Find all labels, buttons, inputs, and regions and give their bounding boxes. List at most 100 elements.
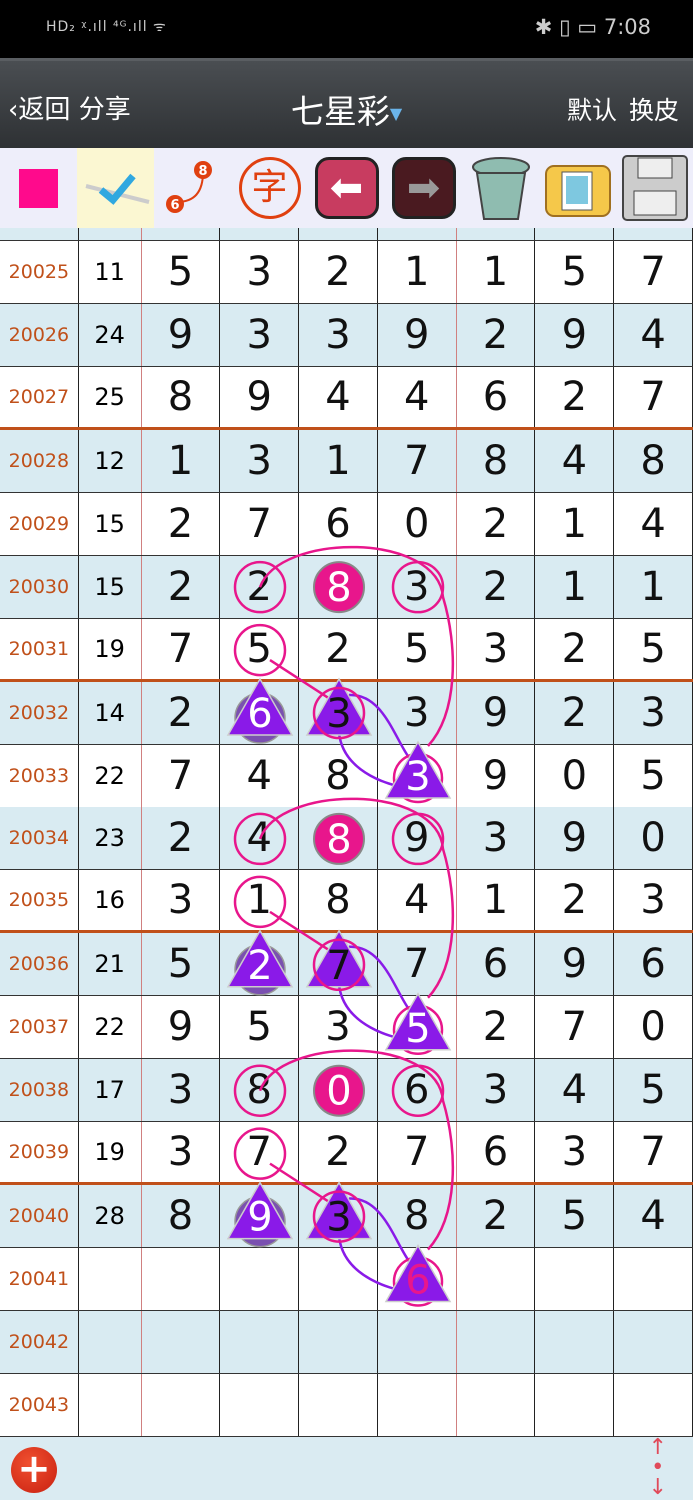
save-button[interactable]: [616, 148, 693, 228]
digit-cell[interactable]: [614, 1248, 693, 1311]
digit-cell[interactable]: 3: [457, 1059, 536, 1122]
digit-cell[interactable]: 3: [614, 870, 693, 931]
digit-cell[interactable]: 3: [299, 1185, 378, 1248]
digit-cell[interactable]: 5: [614, 618, 693, 679]
digit-cell[interactable]: 3: [378, 681, 457, 744]
digit-sum[interactable]: 23: [79, 807, 142, 870]
digit-cell[interactable]: 7: [614, 1122, 693, 1183]
digit-cell[interactable]: 1: [535, 492, 615, 555]
digit-sum[interactable]: 12: [79, 429, 142, 492]
digit-cell[interactable]: 7: [535, 996, 615, 1059]
digit-cell[interactable]: 3: [299, 996, 378, 1059]
digit-cell[interactable]: 0: [378, 492, 457, 555]
digit-cell[interactable]: 2: [535, 618, 615, 679]
digit-cell[interactable]: 3: [457, 618, 536, 679]
digit-sum[interactable]: [79, 1373, 142, 1436]
digit-cell[interactable]: 7: [614, 366, 693, 427]
digit-cell[interactable]: [142, 1373, 221, 1436]
scroll-toggle-button[interactable]: ↑ • ↓: [649, 1437, 667, 1499]
digit-cell[interactable]: 7: [220, 1122, 300, 1183]
digit-cell[interactable]: 9: [535, 807, 615, 870]
digit-cell[interactable]: [614, 1373, 693, 1436]
digit-cell[interactable]: [142, 1248, 221, 1311]
digit-cell[interactable]: 2: [535, 681, 615, 744]
digit-cell[interactable]: 9: [142, 303, 221, 366]
digit-sum[interactable]: 19: [79, 618, 142, 679]
digit-cell[interactable]: 4: [614, 303, 693, 366]
digit-cell[interactable]: 2: [457, 492, 536, 555]
draw-chart-grid[interactable]: 20025 11 5 3 2 1 1 5 7 20026 24 9 3 3 9 2 9 4 20027 25 8 9 4 4 6…: [0, 228, 693, 1438]
digit-sum[interactable]: 16: [79, 870, 142, 931]
digit-cell[interactable]: [457, 1373, 536, 1436]
digit-sum[interactable]: 19: [79, 1122, 142, 1183]
digit-cell[interactable]: 6: [614, 933, 693, 996]
digit-cell[interactable]: 4: [535, 429, 615, 492]
digit-cell[interactable]: [299, 1310, 378, 1373]
digit-cell[interactable]: 6: [299, 492, 378, 555]
digit-cell[interactable]: [614, 1310, 693, 1373]
digit-cell[interactable]: 8: [299, 555, 378, 618]
digit-cell[interactable]: [142, 1310, 221, 1373]
digit-cell[interactable]: 7: [220, 492, 300, 555]
digit-cell[interactable]: 4: [378, 870, 457, 931]
issue-number[interactable]: 20038: [0, 1059, 79, 1122]
digit-cell[interactable]: 2: [535, 366, 615, 427]
digit-cell[interactable]: 5: [614, 744, 693, 807]
digit-cell[interactable]: 5: [142, 933, 221, 996]
digit-cell[interactable]: 2: [142, 681, 221, 744]
issue-number[interactable]: 20040: [0, 1185, 79, 1248]
skin-button[interactable]: 换皮: [629, 96, 679, 125]
digit-cell[interactable]: 4: [299, 366, 378, 427]
connect-button[interactable]: 68: [154, 148, 231, 228]
digit-cell[interactable]: 8: [378, 1185, 457, 1248]
text-button[interactable]: 字: [231, 148, 308, 228]
digit-cell[interactable]: 4: [220, 807, 300, 870]
digit-cell[interactable]: 3: [142, 1122, 221, 1183]
digit-sum[interactable]: 11: [79, 241, 142, 303]
digit-cell[interactable]: [299, 1373, 378, 1436]
digit-cell[interactable]: 5: [378, 618, 457, 679]
digit-cell[interactable]: 2: [535, 870, 615, 931]
digit-cell[interactable]: 7: [378, 933, 457, 996]
digit-cell[interactable]: 5: [142, 241, 221, 303]
issue-number[interactable]: 20042: [0, 1310, 79, 1373]
digit-cell[interactable]: 2: [457, 303, 536, 366]
digit-cell[interactable]: 9: [378, 303, 457, 366]
digit-cell[interactable]: 3: [220, 241, 300, 303]
digit-cell[interactable]: 5: [535, 1185, 615, 1248]
digit-cell[interactable]: 2: [142, 555, 221, 618]
digit-cell[interactable]: 3: [299, 681, 378, 744]
issue-number[interactable]: 20034: [0, 807, 79, 870]
digit-cell[interactable]: 3: [142, 870, 221, 931]
issue-number[interactable]: 20025: [0, 241, 79, 303]
digit-cell[interactable]: 0: [614, 996, 693, 1059]
digit-cell[interactable]: 5: [535, 241, 615, 303]
digit-cell[interactable]: 2: [457, 555, 536, 618]
digit-cell[interactable]: 3: [535, 1122, 615, 1183]
digit-cell[interactable]: 6: [220, 681, 300, 744]
digit-cell[interactable]: 2: [299, 241, 378, 303]
digit-cell[interactable]: 9: [535, 933, 615, 996]
issue-number[interactable]: 20035: [0, 870, 79, 931]
digit-sum[interactable]: 17: [79, 1059, 142, 1122]
digit-sum[interactable]: 28: [79, 1185, 142, 1248]
add-row-button[interactable]: +: [11, 1447, 57, 1493]
digit-cell[interactable]: 7: [299, 933, 378, 996]
digit-cell[interactable]: [535, 1248, 615, 1311]
issue-number[interactable]: 20028: [0, 429, 79, 492]
digit-cell[interactable]: 8: [299, 807, 378, 870]
issue-number[interactable]: 20037: [0, 996, 79, 1059]
digit-cell[interactable]: 9: [220, 366, 300, 427]
digit-cell[interactable]: 2: [142, 807, 221, 870]
digit-cell[interactable]: 1: [457, 241, 536, 303]
digit-cell[interactable]: 5: [614, 1059, 693, 1122]
digit-cell[interactable]: [535, 1373, 615, 1436]
digit-sum[interactable]: [79, 1248, 142, 1311]
digit-sum[interactable]: 24: [79, 303, 142, 366]
digit-cell[interactable]: 9: [457, 681, 536, 744]
digit-cell[interactable]: 9: [378, 807, 457, 870]
default-button[interactable]: 默认: [567, 96, 617, 125]
digit-cell[interactable]: 0: [535, 744, 615, 807]
issue-number[interactable]: 20032: [0, 681, 79, 744]
delete-button[interactable]: [462, 148, 539, 228]
